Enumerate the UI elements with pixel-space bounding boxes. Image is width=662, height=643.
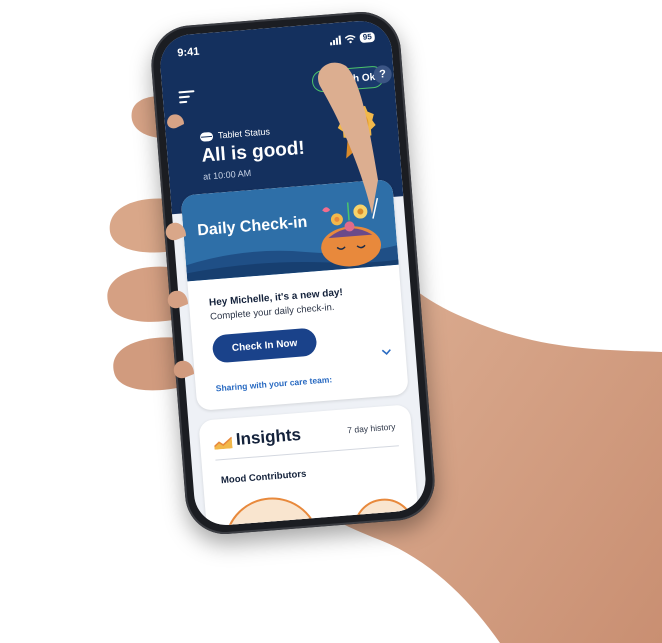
- insights-card: Insights 7 day history Mood Contributors: [198, 404, 423, 528]
- status-dot-icon: [318, 76, 328, 86]
- tablet-status-label: Tablet Status: [199, 126, 271, 142]
- battery-indicator: 95: [359, 31, 376, 44]
- tablet-status-text: Tablet Status: [217, 126, 271, 141]
- clock: 9:41: [176, 45, 200, 60]
- app-screen: 9:41 95 Patch Ok ? Tablet Status All is …: [158, 18, 428, 528]
- status-icons: 95: [330, 31, 376, 45]
- checkin-banner: Daily Check-in: [180, 178, 399, 282]
- trend-icon: [213, 436, 233, 450]
- scene: 9:41 95 Patch Ok ? Tablet Status All is …: [0, 0, 662, 643]
- patch-status-label: Patch Ok: [331, 71, 376, 86]
- phone-device: 9:41 95 Patch Ok ? Tablet Status All is …: [148, 8, 438, 538]
- status-time: at 10:00 AM: [202, 167, 252, 182]
- mindful-head-illustration: [321, 197, 382, 267]
- daily-checkin-card: Daily Check-in Hey Michelle, it's a new …: [180, 178, 409, 411]
- help-icon: ?: [378, 68, 387, 81]
- chevron-down-icon[interactable]: [381, 348, 392, 357]
- menu-icon[interactable]: [178, 90, 195, 104]
- check-in-now-button[interactable]: Check In Now: [211, 327, 318, 364]
- insights-history-label[interactable]: 7 day history: [347, 421, 396, 435]
- status-title: All is good!: [200, 137, 306, 167]
- sharing-care-team-link[interactable]: Sharing with your care team:: [215, 374, 332, 393]
- status-bar: 9:41 95: [176, 31, 376, 61]
- signal-icon: [330, 35, 342, 45]
- pill-icon: [199, 131, 214, 142]
- wifi-icon: [344, 34, 356, 43]
- mood-contributors-heading: Mood Contributors: [220, 468, 307, 487]
- help-button[interactable]: ?: [373, 64, 393, 85]
- award-badge-icon: [337, 103, 376, 159]
- insights-title: Insights: [235, 424, 302, 449]
